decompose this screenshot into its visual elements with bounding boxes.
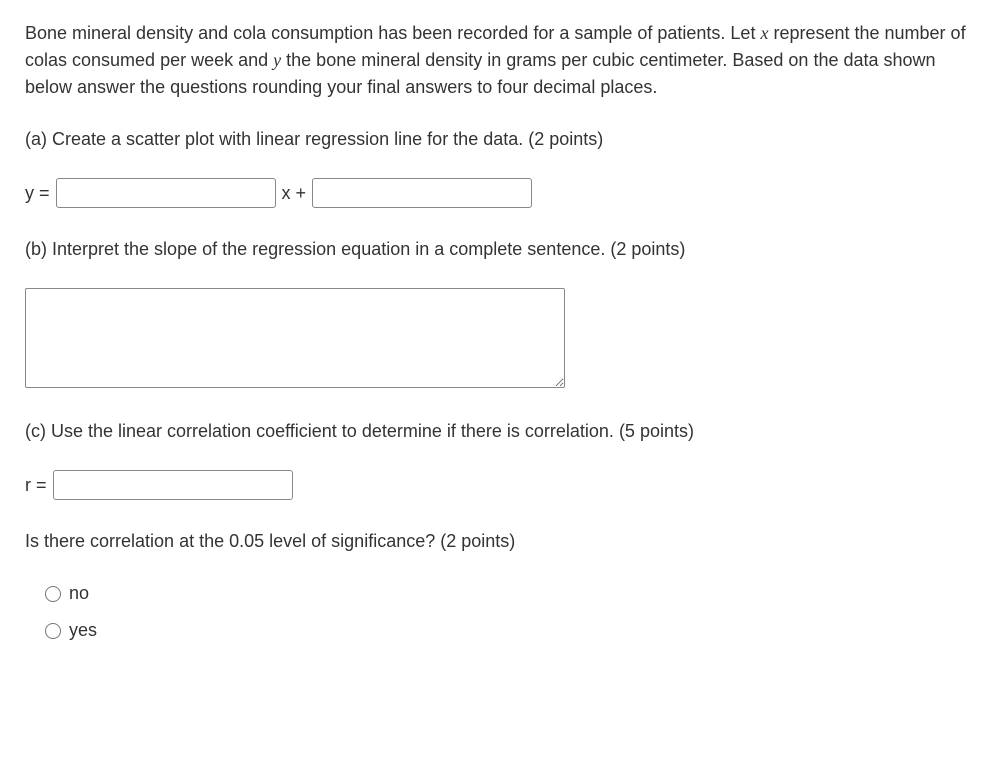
intro-text-1: Bone mineral density and cola consumptio… [25, 23, 760, 43]
radio-yes[interactable] [45, 623, 61, 639]
slope-interpretation-textarea[interactable] [25, 288, 565, 388]
radio-option-no[interactable]: no [45, 580, 972, 607]
x-plus-label: x + [282, 180, 307, 207]
var-y: y [273, 50, 281, 70]
radio-yes-label: yes [69, 617, 97, 644]
part-a-prompt: (a) Create a scatter plot with linear re… [25, 126, 972, 153]
radio-option-yes[interactable]: yes [45, 617, 972, 644]
r-value-input[interactable] [53, 470, 293, 500]
slope-input[interactable] [56, 178, 276, 208]
r-equals-label: r = [25, 472, 47, 499]
r-equation-row: r = [25, 470, 972, 500]
correlation-radio-group: no yes [25, 580, 972, 644]
part-c-prompt: (c) Use the linear correlation coefficie… [25, 418, 972, 445]
y-equals-label: y = [25, 180, 50, 207]
intro-paragraph: Bone mineral density and cola consumptio… [25, 20, 972, 101]
correlation-question-prompt: Is there correlation at the 0.05 level o… [25, 528, 972, 555]
regression-equation-row: y = x + [25, 178, 972, 208]
part-b-prompt: (b) Interpret the slope of the regressio… [25, 236, 972, 263]
intercept-input[interactable] [312, 178, 532, 208]
radio-no[interactable] [45, 586, 61, 602]
radio-no-label: no [69, 580, 89, 607]
